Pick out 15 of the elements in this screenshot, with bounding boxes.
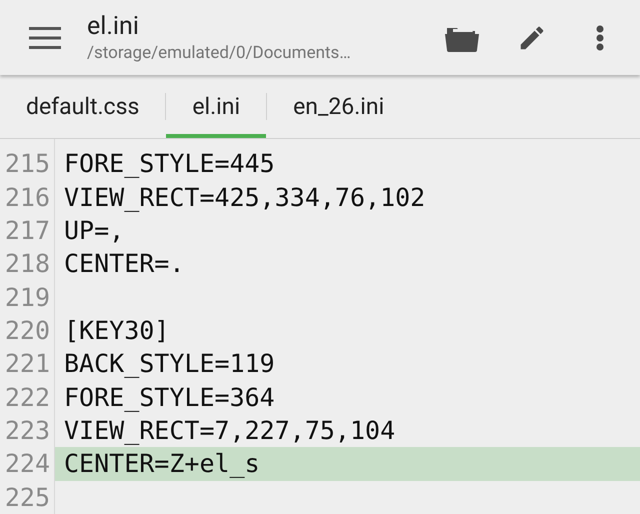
file-tab[interactable]: default.css (0, 75, 166, 138)
code-text: CENTER=Z+el_s (64, 449, 260, 478)
code-text: VIEW_RECT=7,227,75,104 (64, 416, 396, 446)
file-path: /storage/emulated/0/Documents… (87, 42, 352, 64)
line-number: 224 (0, 447, 55, 481)
code-text: BACK_STYLE=119 (64, 349, 275, 378)
file-tab[interactable]: en_26.ini (267, 75, 410, 138)
code-text: [KEY30] (64, 316, 170, 345)
file-tab[interactable]: el.ini (166, 75, 266, 138)
code-text: FORE_STYLE=445 (64, 149, 275, 178)
code-text: CENTER=. (64, 249, 184, 278)
file-title: el.ini (87, 12, 140, 42)
code-text: FORE_STYLE=364 (64, 382, 275, 412)
code-text: VIEW_RECT=425,334,76,102 (64, 182, 426, 212)
code-text: UP=, (64, 216, 124, 245)
